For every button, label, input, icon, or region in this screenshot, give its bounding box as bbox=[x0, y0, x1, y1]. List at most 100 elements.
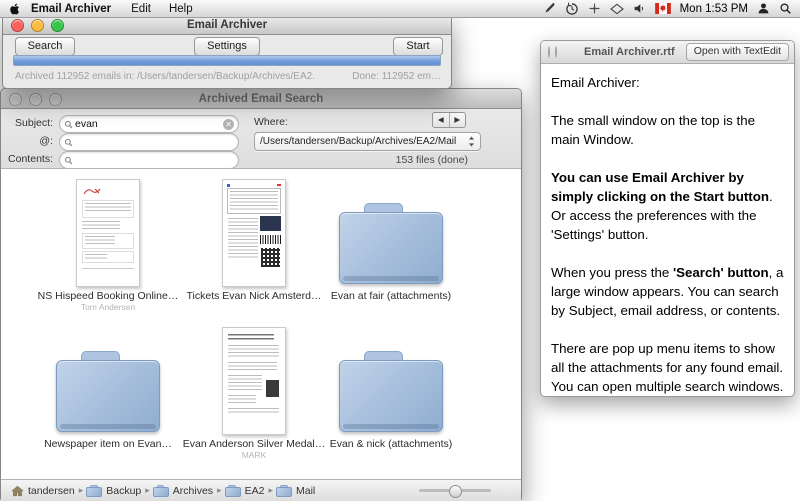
apple-menu-icon[interactable] bbox=[9, 2, 21, 16]
icon-size-slider[interactable] bbox=[419, 489, 491, 492]
archive-progress-bar bbox=[13, 55, 441, 66]
window-title: Email Archiver bbox=[187, 19, 267, 31]
email-archiver-window: Email Archiver Search Settings Start Arc… bbox=[2, 14, 452, 89]
item-label: Newspaper item on Evan… bbox=[35, 438, 181, 450]
settings-button[interactable]: Settings bbox=[194, 37, 260, 56]
paragraph: You can use Email Archiver by simply cli… bbox=[551, 168, 784, 244]
result-item[interactable]: Tickets Evan Nick Amsterd… bbox=[181, 173, 327, 312]
flag-canada-icon[interactable] bbox=[655, 3, 671, 14]
document-thumbnail[interactable] bbox=[222, 327, 286, 435]
volume-icon[interactable] bbox=[633, 2, 646, 15]
subject-input[interactable] bbox=[73, 118, 223, 130]
pen-icon[interactable] bbox=[543, 2, 556, 15]
archived-email-search-window: Archived Email Search Subject: ✕ @: Cont… bbox=[0, 88, 522, 500]
document-thumbnail[interactable] bbox=[76, 179, 140, 287]
item-label: Evan at fair (attachments) bbox=[318, 290, 464, 302]
menu-bar: Email Archiver Edit Help Mon 1:53 PM bbox=[0, 0, 800, 18]
menu-clock[interactable]: Mon 1:53 PM bbox=[680, 3, 748, 15]
rtf-preview-text: Email Archiver: The small window on the … bbox=[541, 64, 794, 405]
back-icon[interactable]: ◀ bbox=[433, 113, 450, 127]
zoom-button[interactable] bbox=[49, 93, 62, 106]
item-subtitle bbox=[318, 450, 464, 460]
close-button[interactable] bbox=[548, 46, 550, 58]
result-item[interactable]: Evan at fair (attachments) bbox=[318, 173, 464, 312]
path-separator-icon bbox=[217, 485, 222, 496]
progress-fill bbox=[14, 56, 440, 65]
quicklook-window: Email Archiver.rtf Open with TextEdit Em… bbox=[540, 40, 795, 397]
item-subtitle: Tom Andersen bbox=[35, 302, 181, 312]
folder-icon bbox=[276, 485, 292, 497]
forward-icon[interactable]: ▶ bbox=[450, 113, 466, 127]
zoom-button[interactable] bbox=[555, 46, 557, 58]
window-title: Email Archiver.rtf bbox=[584, 46, 675, 58]
address-search-field[interactable] bbox=[59, 133, 239, 151]
minimize-button[interactable] bbox=[29, 93, 42, 106]
start-button[interactable]: Start bbox=[393, 37, 443, 56]
result-item[interactable]: Evan Anderson Silver Medal… MARK bbox=[181, 321, 327, 460]
subject-label: Subject: bbox=[1, 115, 53, 131]
result-item[interactable]: NS Hispeed Booking Online… Tom Andersen bbox=[35, 173, 181, 312]
path-crumb[interactable]: EA2 bbox=[225, 485, 265, 497]
main-title-bar[interactable]: Email Archiver bbox=[3, 15, 451, 35]
item-subtitle: MARK bbox=[181, 450, 327, 460]
user-switching-icon[interactable] bbox=[757, 2, 770, 15]
menu-help[interactable]: Help bbox=[169, 3, 193, 15]
address-label: @: bbox=[1, 133, 53, 149]
files-count: 153 files (done) bbox=[396, 154, 468, 166]
spotlight-icon[interactable] bbox=[779, 2, 792, 15]
path-bar: tandersen Backup Archives EA2 Mail bbox=[1, 479, 521, 501]
folder-icon bbox=[225, 485, 241, 497]
folder-icon bbox=[153, 485, 169, 497]
folder-icon[interactable] bbox=[339, 203, 443, 287]
folder-icon[interactable] bbox=[56, 351, 160, 435]
item-label: Evan & nick (attachments) bbox=[318, 438, 464, 450]
path-crumb[interactable]: Archives bbox=[153, 485, 213, 497]
crumb-label: Archives bbox=[173, 485, 213, 497]
where-dropdown[interactable]: /Users/tandersen/Backup/Archives/EA2/Mai… bbox=[254, 132, 481, 151]
document-thumbnail[interactable] bbox=[222, 179, 286, 287]
search-title-bar[interactable]: Archived Email Search bbox=[1, 89, 521, 109]
close-button[interactable] bbox=[9, 93, 22, 106]
close-button[interactable] bbox=[11, 19, 24, 32]
crumb-label: EA2 bbox=[245, 485, 265, 497]
menu-app-name[interactable]: Email Archiver bbox=[31, 3, 111, 15]
contents-search-field[interactable] bbox=[59, 151, 239, 169]
menu-edit[interactable]: Edit bbox=[131, 3, 151, 15]
subject-search-field[interactable]: ✕ bbox=[59, 115, 239, 133]
path-crumb[interactable]: Backup bbox=[86, 485, 141, 497]
clear-icon[interactable]: ✕ bbox=[223, 119, 234, 130]
quicklook-title-bar[interactable]: Email Archiver.rtf Open with TextEdit bbox=[541, 41, 794, 64]
search-icon bbox=[64, 156, 73, 165]
item-subtitle bbox=[181, 302, 327, 312]
path-crumb-home[interactable]: tandersen bbox=[11, 485, 75, 497]
folder-icon[interactable] bbox=[339, 351, 443, 435]
red-logo-scribble bbox=[83, 187, 103, 197]
zoom-button[interactable] bbox=[51, 19, 64, 32]
path-crumb[interactable]: Mail bbox=[276, 485, 315, 497]
paragraph: When you press the 'Search' button, a la… bbox=[551, 263, 784, 320]
result-item[interactable]: Newspaper item on Evan… bbox=[35, 321, 181, 460]
slider-knob[interactable] bbox=[449, 485, 462, 498]
contents-input[interactable] bbox=[73, 154, 234, 166]
address-input[interactable] bbox=[73, 136, 234, 148]
minimize-button[interactable] bbox=[31, 19, 44, 32]
universal-access-icon[interactable] bbox=[588, 2, 601, 15]
popup-stepper-icon bbox=[468, 136, 475, 147]
search-button[interactable]: Search bbox=[15, 37, 75, 56]
airport-off-icon[interactable] bbox=[610, 3, 624, 15]
paragraph: There are pop up menu items to show all … bbox=[551, 339, 784, 396]
item-label: Evan Anderson Silver Medal… bbox=[181, 438, 327, 450]
path-separator-icon bbox=[268, 485, 273, 496]
item-label: Tickets Evan Nick Amsterd… bbox=[181, 290, 327, 302]
history-nav[interactable]: ◀ ▶ bbox=[432, 112, 466, 128]
path-separator-icon bbox=[79, 485, 84, 496]
paragraph: The small window on the top is the main … bbox=[551, 111, 784, 149]
paragraph: Email Archiver: bbox=[551, 73, 784, 92]
search-icon bbox=[64, 138, 73, 147]
archive-status-text: Archived 112952 emails in: /Users/tander… bbox=[15, 71, 315, 82]
window-title: Archived Email Search bbox=[199, 93, 324, 105]
result-item[interactable]: Evan & nick (attachments) bbox=[318, 321, 464, 460]
item-subtitle bbox=[318, 302, 464, 312]
open-with-textedit-button[interactable]: Open with TextEdit bbox=[686, 43, 789, 61]
time-machine-icon[interactable] bbox=[565, 2, 579, 16]
